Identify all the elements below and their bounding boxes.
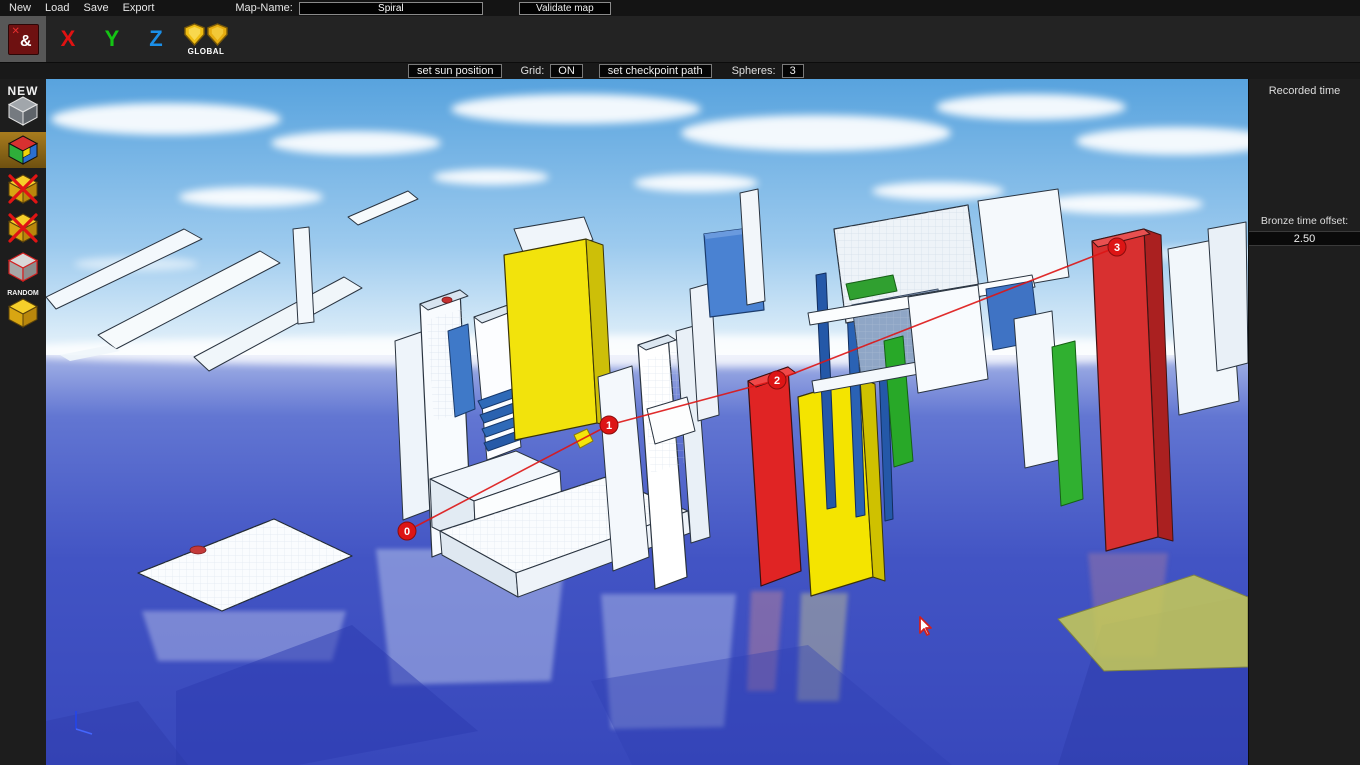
menu-export[interactable]: Export <box>116 1 162 16</box>
forbidden-cube-icon <box>6 212 40 244</box>
validate-map-button[interactable]: Validate map <box>519 2 611 15</box>
spheres-count-box[interactable]: 3 <box>782 64 804 78</box>
all-axes-gizmo-icon: ✕ & <box>8 24 39 55</box>
axis-z-button[interactable]: Z <box>134 26 178 52</box>
checkpoint-number: 2 <box>774 375 780 387</box>
recorded-time-label: Recorded time <box>1269 85 1341 97</box>
checkpoint-number: 0 <box>404 526 410 538</box>
bronze-offset-label: Bronze time offset: <box>1261 215 1348 227</box>
set-checkpoint-path-button[interactable]: set checkpoint path <box>599 64 712 78</box>
block-palette-sidebar: NEW <box>0 79 46 765</box>
global-mode-toggle[interactable]: GLOBAL <box>184 23 228 56</box>
main-row: NEW <box>0 79 1360 765</box>
shield-icon <box>207 23 228 46</box>
map-editor-app: New Load Save Export Map-Name: Spiral Va… <box>0 0 1360 765</box>
3d-viewport[interactable]: 0 1 2 3 <box>46 79 1248 765</box>
menu-bar: New Load Save Export Map-Name: Spiral Va… <box>0 0 1360 16</box>
palette-item-forbidden-block-1[interactable] <box>0 171 46 207</box>
scene-options-bar: set sun position Grid: ON set checkpoint… <box>0 62 1360 79</box>
checkpoint-path-line <box>407 247 1117 531</box>
gizmo-amp-glyph: & <box>20 33 32 51</box>
random-block-label: RANDOM <box>7 290 39 297</box>
checkpoint-number: 3 <box>1114 242 1120 254</box>
grid-toggle[interactable]: ON <box>550 64 583 78</box>
spheres-label: Spheres: <box>732 65 776 77</box>
checkpoint-number: 1 <box>606 420 612 432</box>
menu-save[interactable]: Save <box>77 1 116 16</box>
palette-item-random-block[interactable]: RANDOM <box>0 288 46 331</box>
random-cube-icon <box>6 297 40 329</box>
map-name-input[interactable]: Spiral <box>299 2 483 15</box>
shield-icon <box>184 23 205 46</box>
global-label: GLOBAL <box>188 47 225 56</box>
forbidden-cube-icon <box>6 173 40 205</box>
colored-cube-icon <box>6 134 40 166</box>
gray-red-cube-icon <box>6 251 40 283</box>
timing-panel: Recorded time Bronze time offset: 2.50 <box>1248 79 1360 765</box>
palette-item-gray-block[interactable] <box>0 249 46 285</box>
palette-item-forbidden-block-2[interactable] <box>0 210 46 246</box>
gizmo-cross-glyph: ✕ <box>12 26 20 37</box>
palette-item-new-block[interactable]: NEW <box>0 82 46 129</box>
axis-x-button[interactable]: X <box>46 26 90 52</box>
new-cube-icon <box>6 95 40 127</box>
axis-y-button[interactable]: Y <box>90 26 134 52</box>
transform-toolbar: ✕ & X Y Z GLOBAL <box>0 16 1360 62</box>
all-axes-tool-button[interactable]: ✕ & <box>0 16 46 62</box>
bronze-offset-input[interactable]: 2.50 <box>1249 231 1360 246</box>
palette-item-colored-block-selected[interactable] <box>0 132 46 168</box>
grid-label: Grid: <box>520 65 544 77</box>
map-name-label: Map-Name: <box>235 1 292 16</box>
menu-load[interactable]: Load <box>38 1 76 16</box>
set-sun-position-button[interactable]: set sun position <box>408 64 502 78</box>
global-shield-icons <box>184 23 228 46</box>
menu-new[interactable]: New <box>0 1 38 16</box>
checkpoint-path-layer: 0 1 2 3 <box>46 79 1248 765</box>
